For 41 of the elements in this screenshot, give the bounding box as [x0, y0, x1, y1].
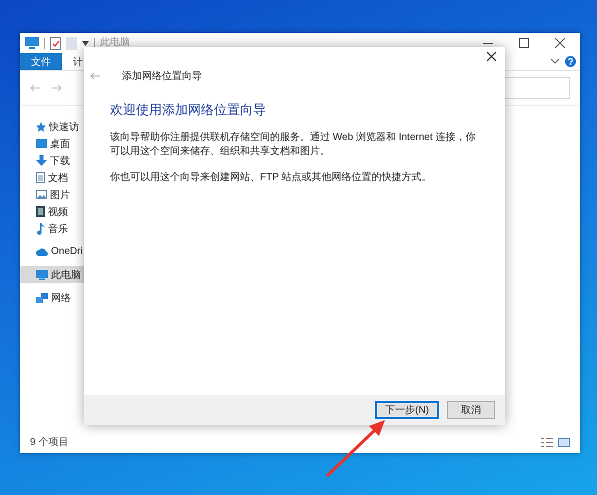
details-view-icon[interactable]: [541, 438, 553, 446]
download-icon: [36, 155, 47, 166]
cloud-icon: [36, 248, 48, 256]
sidebar-item[interactable]: 图片: [20, 186, 84, 203]
computer-icon[interactable]: [25, 37, 39, 49]
window-title: 此电脑: [100, 37, 130, 49]
sidebar-item[interactable]: 此电脑: [20, 266, 84, 283]
wizard-heading: 欢迎使用添加网络位置向导: [110, 101, 267, 119]
sidebar-item[interactable]: 快速访: [20, 118, 84, 135]
sidebar-item[interactable]: 视频: [20, 203, 84, 220]
ribbon-tab[interactable]: 文件: [20, 53, 62, 70]
chevron-icon[interactable]: [551, 59, 559, 64]
pointer-arrow: [325, 418, 387, 478]
network-icon: [36, 292, 48, 302]
star-icon: [36, 122, 46, 132]
help-icon[interactable]: [565, 56, 576, 67]
sidebar-item[interactable]: 音乐: [20, 220, 84, 237]
properties-icon[interactable]: [50, 36, 61, 50]
desktop-icon: [36, 139, 47, 148]
cancel-button[interactable]: 取消: [447, 401, 495, 419]
item-count: 9 个项目: [30, 436, 68, 449]
sidebar-item[interactable]: 下载: [20, 152, 84, 169]
description-text: 你也可以用这个向导来创建网站、FTP 站点或其他网络位置的快捷方式。: [110, 171, 432, 185]
large-icons-view-icon[interactable]: [558, 438, 570, 446]
maximize-icon[interactable]: [519, 38, 529, 48]
dialog-title: 添加网络位置向导: [122, 70, 202, 83]
minimize-icon[interactable]: [483, 42, 493, 44]
description-text: 该向导帮助你注册提供联机存储空间的服务。通过 Web 浏览器和 Internet 连接，你可以用这个空间来储存、组织和共享文档和图片。: [110, 131, 476, 159]
sidebar-item[interactable]: 网络: [20, 289, 84, 306]
close-icon[interactable]: [487, 52, 496, 60]
sidebar-item[interactable]: 文档: [20, 169, 84, 186]
computer-icon: [36, 270, 48, 280]
sidebar-item[interactable]: 桌面: [20, 135, 84, 152]
document-icon: [36, 172, 45, 183]
dropdown-icon[interactable]: [82, 40, 89, 46]
close-icon[interactable]: [555, 38, 565, 48]
next-button[interactable]: 下一步(N): [375, 401, 439, 419]
sidebar-item[interactable]: OneDri: [20, 243, 84, 260]
music-icon: [36, 222, 45, 234]
film-icon: [36, 206, 45, 217]
picture-icon: [36, 190, 47, 199]
